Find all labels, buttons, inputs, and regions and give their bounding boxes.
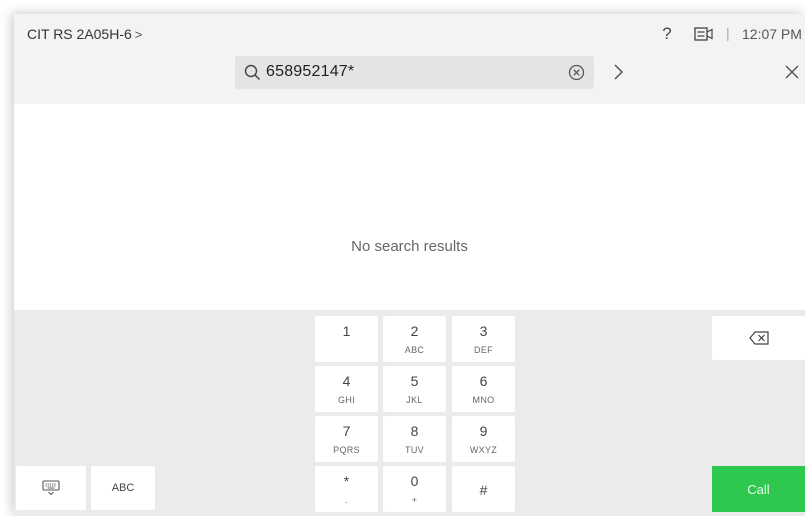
clear-icon[interactable] <box>568 64 585 81</box>
device-name-label: CIT RS 2A05H-6 <box>27 26 132 42</box>
key-digit: 7 <box>342 423 351 439</box>
key-letters: ABC <box>404 345 425 355</box>
key-letters: PQRS <box>333 445 360 455</box>
key-digit: 0 <box>410 473 419 489</box>
backspace-button[interactable] <box>712 316 805 360</box>
key-letters: . <box>345 495 348 505</box>
help-icon[interactable]: ? <box>660 24 674 44</box>
key-letters: GHI <box>338 395 355 405</box>
key-letters: DEF <box>474 345 493 355</box>
keypad-key-9[interactable]: 9 WXYZ <box>452 416 515 462</box>
key-digit: 8 <box>410 423 419 439</box>
keypad-key-6[interactable]: 6 MNO <box>452 366 515 412</box>
keyboard-icon <box>42 480 60 496</box>
separator: | <box>726 25 730 41</box>
key-letters: + <box>411 495 418 505</box>
keypad-key-0[interactable]: 0 + <box>383 466 446 512</box>
search-field[interactable]: 658952147* <box>235 56 594 89</box>
device-name-button[interactable]: CIT RS 2A05H-6 > <box>27 26 142 42</box>
top-bar: CIT RS 2A05H-6 > ? | 12:07 PM 658952147* <box>14 14 805 104</box>
abc-button[interactable]: ABC <box>91 466 155 510</box>
keypad-key-5[interactable]: 5 JKL <box>383 366 446 412</box>
search-icon <box>244 64 261 81</box>
search-input[interactable]: 658952147* <box>266 63 354 81</box>
keypad-key-2[interactable]: 2 ABC <box>383 316 446 362</box>
backspace-icon <box>748 331 769 345</box>
keypad-key-3[interactable]: 3 DEF <box>452 316 515 362</box>
key-digit: 2 <box>410 323 419 339</box>
key-digit: 3 <box>479 323 488 339</box>
keypad-key-7[interactable]: 7 PQRS <box>315 416 378 462</box>
app-window: CIT RS 2A05H-6 > ? | 12:07 PM 658952147* <box>14 14 805 516</box>
call-button[interactable]: Call <box>712 466 805 512</box>
keypad-key-8[interactable]: 8 TUV <box>383 416 446 462</box>
key-letters: WXYZ <box>469 445 498 455</box>
keyboard-toggle-button[interactable] <box>16 466 86 510</box>
chevron-right-icon[interactable] <box>611 63 625 81</box>
chevron-right-icon: > <box>134 26 143 42</box>
key-letters: JKL <box>406 395 423 405</box>
camera-settings-icon[interactable] <box>694 27 714 41</box>
key-letters: MNO <box>472 395 495 405</box>
key-digit: * <box>343 473 350 489</box>
key-letters: TUV <box>405 445 424 455</box>
close-icon[interactable] <box>785 65 799 79</box>
search-results: No search results <box>14 104 805 310</box>
key-digit: 4 <box>342 373 351 389</box>
key-digit: 1 <box>342 323 351 339</box>
keypad-key-4[interactable]: 4 GHI <box>315 366 378 412</box>
keypad-key-star[interactable]: * . <box>315 466 378 512</box>
clock: 12:07 PM <box>742 26 802 42</box>
dial-pad-area: 1 2 ABC 3 DEF 4 GHI 5 JKL 6 MNO 7 PQRS 8… <box>14 310 805 516</box>
key-digit: 6 <box>479 373 488 389</box>
empty-state-message: No search results <box>351 238 468 255</box>
key-digit: 5 <box>410 373 419 389</box>
keypad-key-1[interactable]: 1 <box>315 316 378 362</box>
key-digit: 9 <box>479 423 488 439</box>
key-digit: # <box>479 482 488 498</box>
keypad-key-hash[interactable]: # <box>452 466 515 512</box>
